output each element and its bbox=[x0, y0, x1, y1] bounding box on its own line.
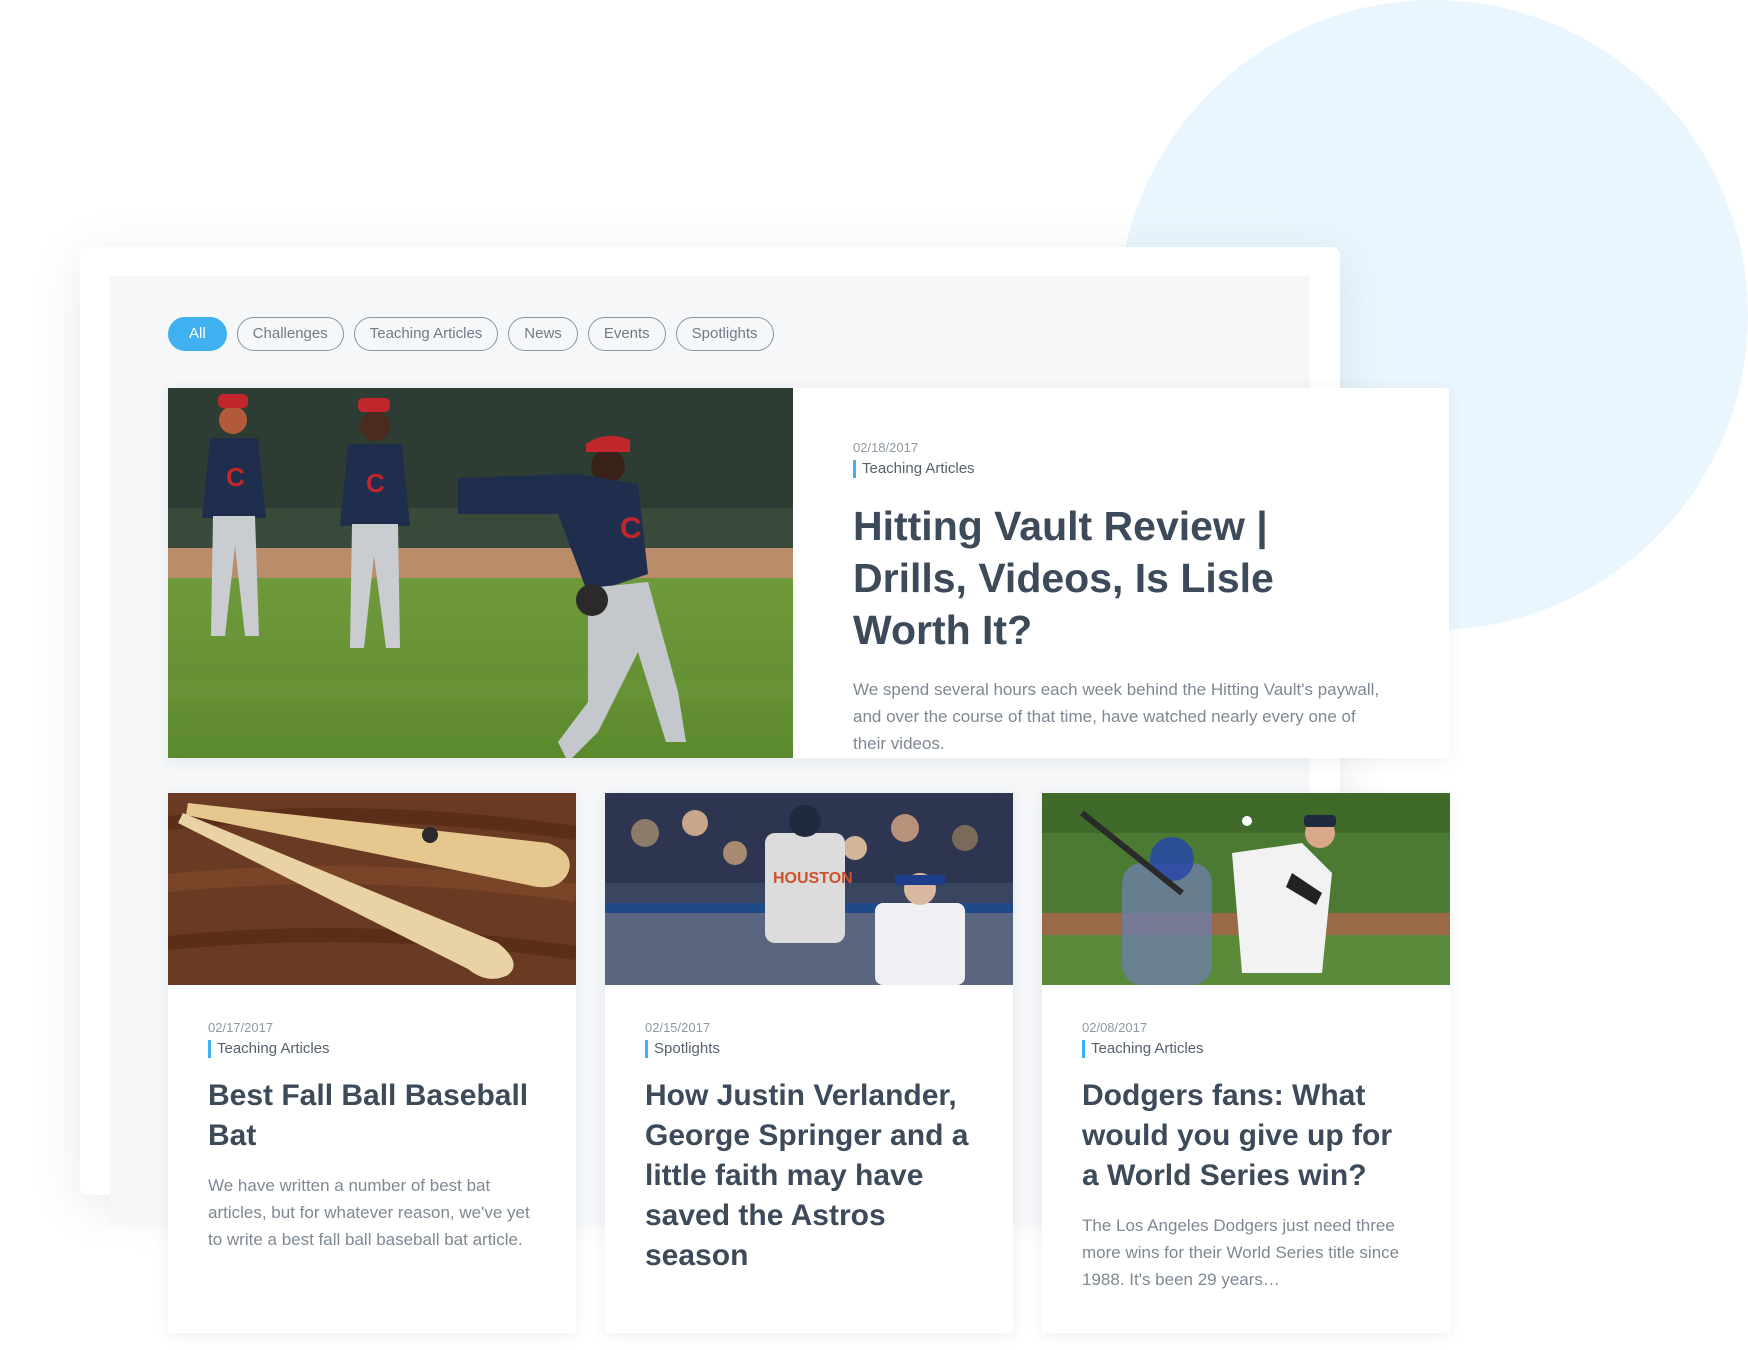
article-card-body: 02/15/2017 Spotlights How Justin Verland… bbox=[605, 985, 1013, 1276]
article-card-title[interactable]: Best Fall Ball Baseball Bat bbox=[208, 1076, 536, 1156]
article-card-category[interactable]: Teaching Articles bbox=[1082, 1040, 1410, 1058]
featured-article-title[interactable]: Hitting Vault Review | Drills, Videos, I… bbox=[853, 500, 1389, 656]
svg-text:C: C bbox=[620, 512, 642, 545]
article-card-body: 02/08/2017 Teaching Articles Dodgers fan… bbox=[1042, 985, 1450, 1293]
article-card-category[interactable]: Spotlights bbox=[645, 1040, 973, 1058]
article-card-image bbox=[168, 793, 576, 985]
article-card-title[interactable]: Dodgers fans: What would you give up for… bbox=[1082, 1076, 1410, 1196]
article-card-3[interactable]: 02/08/2017 Teaching Articles Dodgers fan… bbox=[1042, 793, 1450, 1333]
article-card-title[interactable]: How Justin Verlander, George Springer an… bbox=[645, 1076, 973, 1276]
svg-text:C: C bbox=[366, 468, 385, 498]
featured-article-card[interactable]: C C C 02/18/2017 Teaching Articles Hitti… bbox=[168, 388, 1449, 758]
article-card-image bbox=[1042, 793, 1450, 985]
filter-all[interactable]: All bbox=[168, 317, 227, 351]
filter-news[interactable]: News bbox=[508, 317, 578, 351]
category-filter-bar: All Challenges Teaching Articles News Ev… bbox=[168, 317, 774, 351]
featured-article-category[interactable]: Teaching Articles bbox=[853, 460, 1389, 478]
featured-article-image: C C C bbox=[168, 388, 793, 758]
article-card-category[interactable]: Teaching Articles bbox=[208, 1040, 536, 1058]
article-card-excerpt: The Los Angeles Dodgers just need three … bbox=[1082, 1216, 1400, 1289]
featured-article-date: 02/18/2017 bbox=[853, 440, 919, 455]
filter-events[interactable]: Events bbox=[587, 317, 666, 351]
article-card-body: 02/17/2017 Teaching Articles Best Fall B… bbox=[168, 985, 576, 1253]
article-card-date: 02/17/2017 bbox=[208, 1020, 274, 1035]
filter-spotlights[interactable]: Spotlights bbox=[675, 317, 774, 351]
svg-text:C: C bbox=[226, 462, 245, 492]
featured-article-body: 02/18/2017 Teaching Articles Hitting Vau… bbox=[793, 388, 1449, 758]
article-card-2[interactable]: HOUSTON 02/15/2017 Spotlights How Justin… bbox=[605, 793, 1013, 1333]
article-card-1[interactable]: 02/17/2017 Teaching Articles Best Fall B… bbox=[168, 793, 576, 1333]
article-card-excerpt: We have written a number of best bat art… bbox=[208, 1176, 530, 1249]
svg-text:HOUSTON: HOUSTON bbox=[773, 870, 853, 887]
article-card-date: 02/15/2017 bbox=[645, 1020, 711, 1035]
article-card-date: 02/08/2017 bbox=[1082, 1020, 1148, 1035]
featured-article-excerpt: We spend several hours each week behind … bbox=[853, 680, 1380, 753]
filter-challenges[interactable]: Challenges bbox=[236, 317, 344, 351]
article-card-image: HOUSTON bbox=[605, 793, 1013, 985]
filter-teaching-articles[interactable]: Teaching Articles bbox=[353, 317, 499, 351]
